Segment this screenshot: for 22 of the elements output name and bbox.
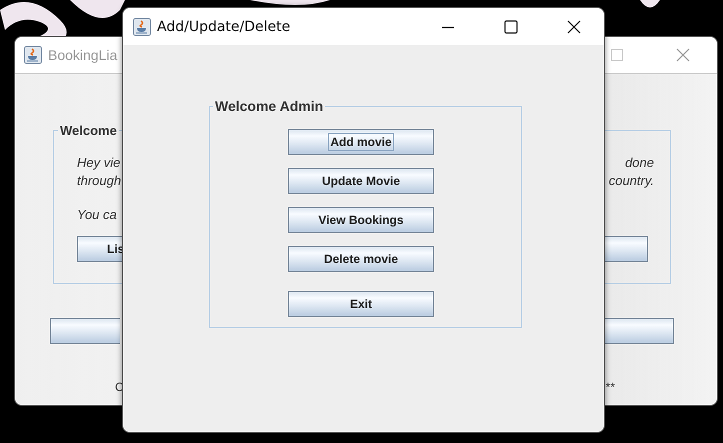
menu-button[interactable]: Exit (288, 291, 434, 317)
body-text: Hey vie (77, 154, 120, 172)
window-title: BookingLia (48, 47, 118, 63)
window-title: Add/Update/Delete (157, 18, 290, 34)
close-icon[interactable] (567, 20, 581, 34)
menu-button[interactable]: Update Movie (288, 168, 434, 194)
menu-button[interactable]: Delete movie (288, 246, 434, 272)
body-text: You ca (77, 206, 117, 224)
body-text: country. (608, 172, 654, 190)
wide-button[interactable] (50, 318, 120, 344)
body-text: done (625, 154, 654, 172)
footer-text: ** (606, 380, 615, 394)
maximize-icon[interactable] (504, 20, 518, 34)
menu-button[interactable]: Add movie (288, 129, 434, 155)
menu-button[interactable]: View Bookings (288, 207, 434, 233)
body-text: through (77, 172, 122, 190)
button-end[interactable] (602, 236, 648, 262)
cup-icon (24, 46, 42, 64)
cup-icon (133, 18, 151, 36)
group-title: Welcome (58, 123, 119, 138)
group-title: Welcome Admin (213, 99, 326, 114)
button-end[interactable] (603, 318, 674, 344)
